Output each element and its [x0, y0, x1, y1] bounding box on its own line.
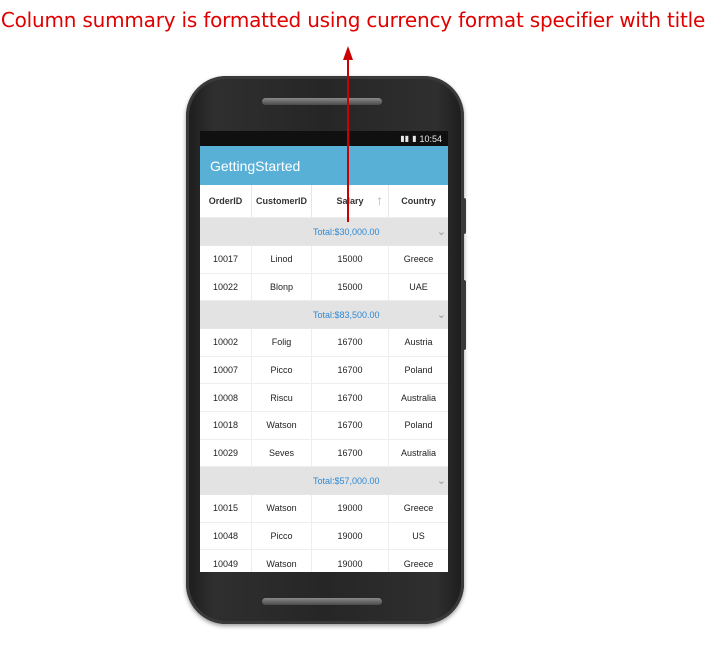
table-row[interactable]: 10017 Linod 15000 Greece [200, 246, 448, 274]
group-caption-row[interactable]: Total:$57,000.00 ⌄ [200, 467, 448, 496]
cell-customerid: Riscu [252, 384, 312, 411]
table-row[interactable]: 10002 Folig 16700 Austria [200, 329, 448, 357]
phone-bottom-speaker [262, 598, 382, 605]
cell-salary: 16700 [312, 411, 389, 439]
table-row[interactable]: 10029 Seves 16700 Australia [200, 439, 448, 468]
cell-country: UAE [409, 281, 428, 292]
group-caption-row[interactable]: Total:$83,500.00 ⌄ [200, 301, 448, 330]
table-row[interactable]: 10008 Riscu 16700 Australia [200, 384, 448, 412]
app-bar: GettingStarted [200, 146, 448, 185]
phone-top-speaker [262, 98, 382, 105]
column-header-customerid[interactable]: CustomerID [252, 185, 312, 217]
cell-salary: 16700 [312, 384, 389, 411]
cell-salary: 15000 [312, 246, 389, 273]
group-summary: Total:$30,000.00 [313, 226, 380, 237]
cell-salary: 15000 [312, 273, 389, 301]
annotation-arrow-head [343, 46, 353, 60]
cell-country: Greece [403, 558, 434, 569]
table-row[interactable]: 10049 Watson 19000 Greece [200, 550, 448, 572]
cell-salary: 16700 [312, 329, 389, 356]
table-row[interactable]: 10048 Picco 19000 US [200, 522, 448, 551]
cell-country: Australia [400, 392, 436, 403]
cell-orderid: 10002 [200, 329, 252, 356]
cell-customerid: Watson [252, 550, 312, 572]
cell-customerid: Seves [252, 439, 312, 467]
cell-country: Greece [403, 503, 434, 514]
cell-orderid: 10015 [200, 495, 252, 522]
cell-orderid: 10008 [200, 384, 252, 411]
cell-customerid: Picco [252, 522, 312, 550]
column-header-country[interactable]: Country [389, 185, 448, 217]
cell-country: Poland [404, 365, 433, 376]
data-grid: OrderID CustomerID Salary ↑ Country Tota… [200, 185, 448, 572]
cell-country: Australia [400, 447, 436, 458]
column-header-orderid[interactable]: OrderID [200, 185, 252, 217]
cell-salary: 19000 [312, 550, 389, 572]
phone-power-button [462, 198, 466, 234]
group-caption-row[interactable]: Total:$30,000.00 ⌄ [200, 218, 448, 246]
group-summary: Total:$83,500.00 [313, 309, 380, 320]
cell-salary: 16700 [312, 439, 389, 467]
cell-orderid: 10007 [200, 356, 252, 384]
cell-customerid: Folig [252, 329, 312, 356]
status-bar: ▮▮ ▮ 10:54 [200, 131, 448, 146]
phone-volume-button [462, 280, 466, 350]
cell-orderid: 10018 [200, 411, 252, 439]
table-row[interactable]: 10015 Watson 19000 Greece [200, 495, 448, 523]
annotation-caption: Column summary is formatted using curren… [0, 8, 706, 32]
battery-icon: ▮ [412, 134, 417, 143]
cell-customerid: Blonp [252, 273, 312, 301]
cell-orderid: 10029 [200, 439, 252, 467]
table-row[interactable]: 10022 Blonp 15000 UAE [200, 273, 448, 302]
signal-icon: ▮▮ [400, 134, 410, 143]
cell-country: Poland [404, 420, 433, 431]
chevron-down-icon[interactable]: ⌄ [437, 474, 446, 487]
cell-orderid: 10048 [200, 522, 252, 550]
cell-customerid: Watson [252, 411, 312, 439]
group-summary: Total:$57,000.00 [313, 475, 380, 486]
phone-screen: ▮▮ ▮ 10:54 GettingStarted OrderID Custom… [200, 131, 448, 572]
sort-ascending-icon: ↑ [376, 192, 383, 208]
cell-salary: 19000 [312, 495, 389, 522]
chevron-down-icon[interactable]: ⌄ [437, 308, 446, 321]
cell-country: Greece [403, 254, 434, 265]
cell-country: US [412, 531, 425, 542]
status-time: 10:54 [419, 133, 442, 144]
cell-orderid: 10022 [200, 273, 252, 301]
chevron-down-icon[interactable]: ⌄ [437, 225, 446, 238]
cell-customerid: Linod [252, 246, 312, 273]
cell-country: Austria [404, 337, 433, 348]
cell-customerid: Picco [252, 356, 312, 384]
cell-orderid: 10017 [200, 246, 252, 273]
column-header-salary[interactable]: Salary ↑ [312, 185, 389, 217]
table-row[interactable]: 10018 Watson 16700 Poland [200, 411, 448, 440]
table-row[interactable]: 10007 Picco 16700 Poland [200, 356, 448, 385]
grid-header-row: OrderID CustomerID Salary ↑ Country [200, 185, 448, 218]
cell-customerid: Watson [252, 495, 312, 522]
cell-salary: 19000 [312, 522, 389, 550]
app-title: GettingStarted [210, 157, 301, 174]
cell-orderid: 10049 [200, 550, 252, 572]
cell-salary: 16700 [312, 356, 389, 384]
